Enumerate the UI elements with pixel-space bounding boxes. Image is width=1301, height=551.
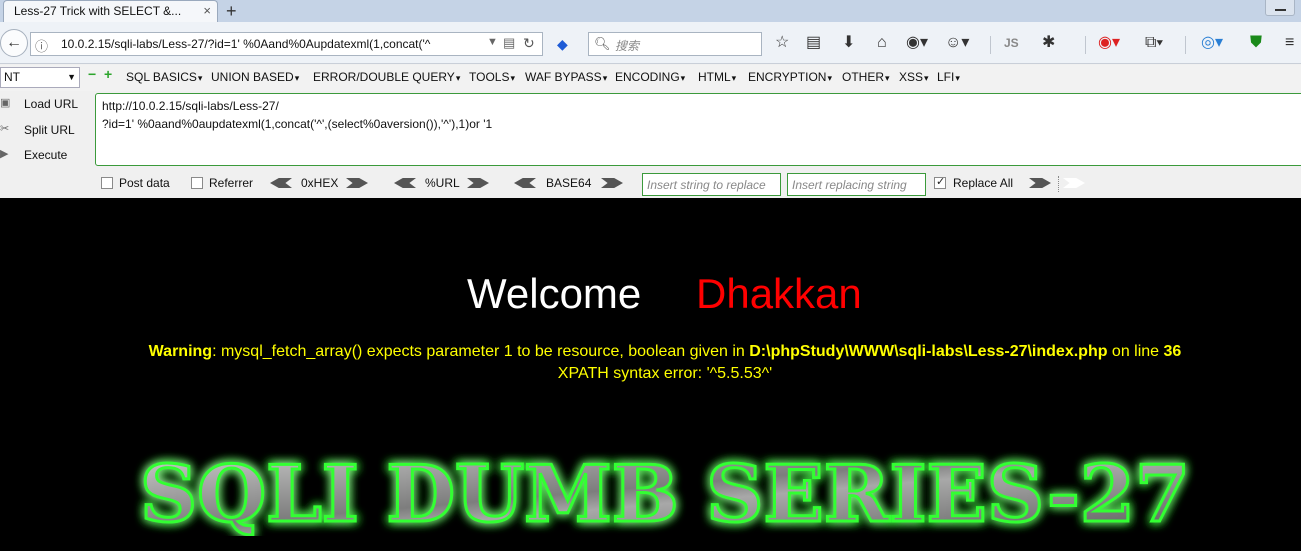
tab-strip: Less-27 Trick with SELECT &... × + bbox=[0, 0, 1301, 22]
hex-decode-arrow-icon[interactable] bbox=[270, 178, 292, 188]
tab-close-icon[interactable]: × bbox=[203, 3, 211, 18]
browser-chrome: Less-27 Trick with SELECT &... × + ← ⓘ 1… bbox=[0, 0, 1301, 198]
split-url-label: Split URL bbox=[24, 123, 75, 137]
bug-icon[interactable]: ✱ bbox=[1042, 35, 1055, 51]
base64-decode-arrow-icon[interactable] bbox=[514, 178, 536, 188]
navigation-bar: ← ⓘ 10.0.2.15/sqli-labs/Less-27/?id=1' %… bbox=[0, 22, 1301, 64]
replace-all-label: Replace All bbox=[953, 176, 1014, 190]
url-history-dropdown-icon[interactable]: ▼ bbox=[487, 36, 498, 48]
toolbar-separator bbox=[1085, 36, 1086, 54]
page-body: Welcome Dhakkan Warning: mysql_fetch_arr… bbox=[0, 198, 1301, 551]
base64-encode-arrow-icon[interactable] bbox=[601, 178, 623, 188]
xpath-error-text: XPATH syntax error: '^5.5.53^' bbox=[557, 365, 773, 382]
hackbar-separator bbox=[1058, 176, 1059, 192]
menu-html[interactable]: HTML bbox=[698, 70, 736, 84]
post-data-checkbox[interactable] bbox=[101, 177, 113, 189]
menu-other[interactable]: OTHER bbox=[842, 70, 890, 84]
chevron-down-icon: ▼ bbox=[67, 72, 76, 82]
share-icon[interactable]: ⧉▾ bbox=[1145, 35, 1163, 51]
execute-icon: ▶ bbox=[0, 148, 9, 160]
menu-icon[interactable]: ≡ bbox=[1285, 35, 1294, 51]
new-tab-button[interactable]: + bbox=[226, 0, 237, 22]
referrer-checkbox[interactable] bbox=[191, 177, 203, 189]
page-action-icon[interactable]: ▤ bbox=[503, 35, 515, 51]
url-encoding-label: %URL bbox=[425, 176, 460, 190]
toolbar-separator bbox=[1185, 36, 1186, 54]
back-button[interactable]: ← bbox=[0, 29, 28, 57]
browser-tab[interactable]: Less-27 Trick with SELECT &... × bbox=[3, 0, 218, 22]
site-info-icon[interactable]: ⓘ bbox=[35, 36, 48, 55]
hackbar-side-actions: ▣ Load URL ✂ Split URL ▶ Execute bbox=[0, 92, 92, 168]
warning-path: D:\phpStudy\WWW\sqli-labs\Less-27\index.… bbox=[749, 343, 1108, 360]
toolbar-separator bbox=[990, 36, 991, 54]
addon-icon[interactable]: ◉▾ bbox=[906, 35, 928, 51]
search-icon: 🔍︎ bbox=[594, 36, 611, 51]
hex-label: 0xHEX bbox=[301, 176, 339, 190]
star-icon[interactable]: ☆ bbox=[775, 35, 789, 51]
address-bar[interactable]: ⓘ 10.0.2.15/sqli-labs/Less-27/?id=1' %0A… bbox=[30, 32, 543, 56]
url-encode-arrow-icon[interactable] bbox=[467, 178, 489, 188]
reload-icon[interactable]: ↻ bbox=[523, 35, 535, 52]
user-name-text: Dhakkan bbox=[696, 270, 862, 317]
load-url-button[interactable]: ▣ Load URL bbox=[0, 95, 78, 117]
search-bar[interactable]: 🔍︎ 搜索 bbox=[588, 32, 762, 56]
replace-all-checkbox[interactable] bbox=[934, 175, 946, 189]
hackbar-select-value: NT bbox=[4, 70, 20, 84]
globe-icon[interactable]: ◎▾ bbox=[1201, 35, 1223, 51]
post-data-label: Post data bbox=[119, 176, 170, 190]
hackbar-minus-icon[interactable]: − bbox=[88, 67, 98, 81]
sqli-dumb-series-logo: SQLI DUMB SERIES-27 bbox=[139, 448, 1192, 537]
welcome-text: Welcome bbox=[467, 270, 642, 317]
logo-text: SQLI DUMB SERIES-27 bbox=[140, 449, 1190, 536]
warning-label: Warning bbox=[148, 343, 213, 360]
php-warning: Warning: mysql_fetch_array() expects par… bbox=[0, 343, 1301, 361]
hackbar-select[interactable]: NT ▼ bbox=[0, 67, 80, 88]
search-input[interactable]: 搜索 bbox=[615, 37, 639, 54]
split-url-icon: ✂ bbox=[0, 123, 10, 135]
menu-error-double-query[interactable]: ERROR/DOUBLE QUERY bbox=[313, 70, 460, 84]
menu-sql-basics[interactable]: SQL BASICS bbox=[126, 70, 202, 84]
shield-icon[interactable]: ◉▾ bbox=[1098, 35, 1120, 51]
reading-list-icon[interactable]: ▤ bbox=[806, 35, 821, 51]
replace-string-input[interactable]: Insert string to replace bbox=[642, 173, 781, 196]
home-icon[interactable]: ⌂ bbox=[877, 35, 887, 51]
menu-waf-bypass[interactable]: WAF BYPASS bbox=[525, 70, 607, 84]
minimize-window-button[interactable] bbox=[1265, 0, 1295, 16]
hex-encode-arrow-icon[interactable] bbox=[346, 178, 368, 188]
hackbar-menu-row: NT ▼ − + SQL BASICS UNION BASED ERROR/DO… bbox=[0, 65, 1301, 91]
warning-online: on line bbox=[1107, 343, 1164, 360]
url-text[interactable]: 10.0.2.15/sqli-labs/Less-27/?id=1' %0Aan… bbox=[61, 37, 481, 51]
menu-xss[interactable]: XSS bbox=[899, 70, 929, 84]
menu-tools[interactable]: TOOLS bbox=[469, 70, 515, 84]
tab-title: Less-27 Trick with SELECT &... bbox=[14, 4, 182, 18]
base64-label: BASE64 bbox=[546, 176, 592, 190]
js-icon[interactable]: JS bbox=[1004, 35, 1019, 51]
hackbar-url-textarea[interactable]: http://10.0.2.15/sqli-labs/Less-27/ ?id=… bbox=[95, 93, 1301, 166]
download-icon[interactable]: ⬇ bbox=[842, 35, 855, 51]
warning-text: : mysql_fetch_array() expects parameter … bbox=[212, 343, 750, 360]
replacing-string-input[interactable]: Insert replacing string bbox=[787, 173, 926, 196]
execute-label: Execute bbox=[24, 148, 68, 162]
extension-icon[interactable]: ◆ bbox=[557, 36, 568, 53]
split-url-button[interactable]: ✂ Split URL bbox=[0, 121, 75, 143]
ublock-icon[interactable]: ⛊ bbox=[1250, 35, 1262, 51]
hackbar-options-row: Post data Referrer 0xHEX %URL BASE64 Ins… bbox=[0, 170, 1301, 197]
menu-encoding[interactable]: ENCODING bbox=[615, 70, 685, 84]
load-url-icon: ▣ bbox=[0, 97, 11, 109]
menu-encryption[interactable]: ENCRYPTION bbox=[748, 70, 832, 84]
referrer-label: Referrer bbox=[209, 176, 254, 190]
replace-all-arrow-icon[interactable] bbox=[1063, 178, 1085, 188]
hackbar-plus-icon[interactable]: + bbox=[104, 67, 112, 81]
load-url-label: Load URL bbox=[24, 97, 79, 111]
execute-button[interactable]: ▶ Execute bbox=[0, 146, 67, 168]
url-decode-arrow-icon[interactable] bbox=[394, 178, 416, 188]
warning-line-number: 36 bbox=[1163, 343, 1182, 360]
menu-union-based[interactable]: UNION BASED bbox=[211, 70, 299, 84]
palette-icon[interactable]: ☺▾ bbox=[945, 35, 969, 51]
replace-arrow-icon[interactable] bbox=[1029, 178, 1051, 188]
menu-lfi[interactable]: LFI bbox=[937, 70, 960, 84]
